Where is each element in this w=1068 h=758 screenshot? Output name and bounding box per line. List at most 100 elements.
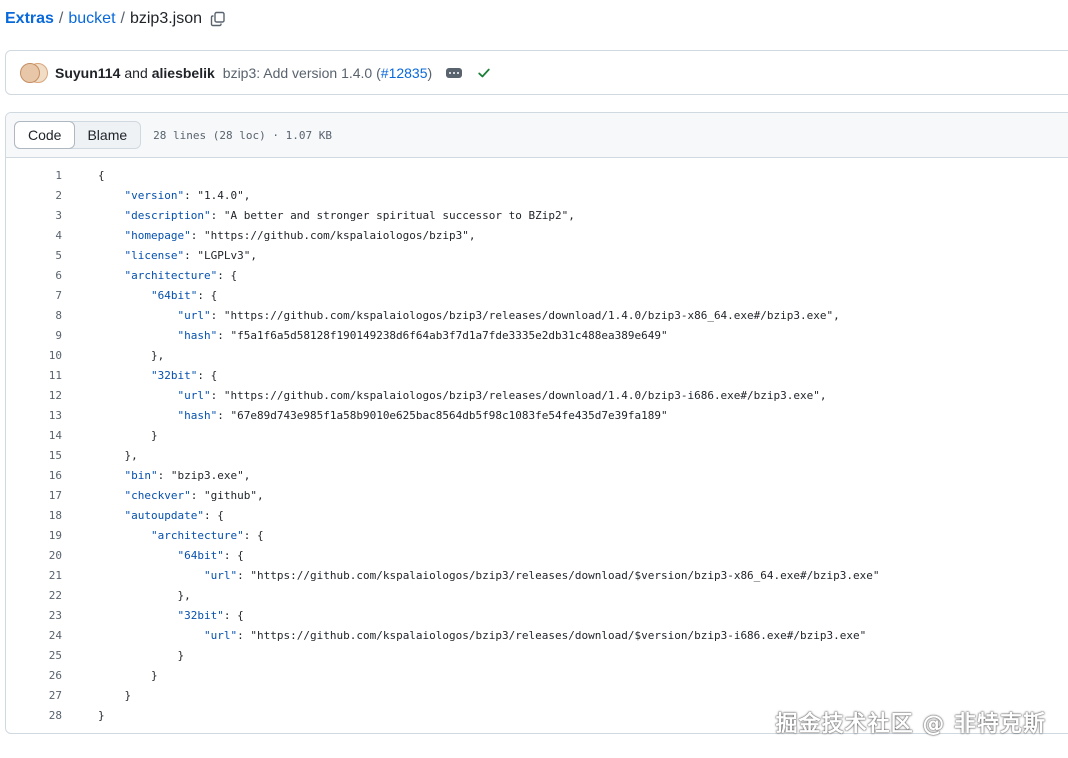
line-number[interactable]: 18 xyxy=(6,506,62,526)
code-line: 20 "64bit": { xyxy=(6,546,1068,566)
json-value: } xyxy=(124,689,132,702)
code-body[interactable]: 1{2 "version": "1.4.0", 3 "description": "A… xyxy=(6,158,1068,726)
code-line: 14} xyxy=(6,426,1068,446)
line-number[interactable]: 15 xyxy=(6,446,62,466)
line-content: "bin": "bzip3.exe", xyxy=(62,466,251,486)
json-value: : "1.4.0", xyxy=(184,189,251,202)
json-key: "64bit" xyxy=(151,289,198,302)
line-number[interactable]: 4 xyxy=(6,226,62,246)
line-content: } xyxy=(62,706,105,726)
commit-coauthor-link[interactable]: aliesbelik xyxy=(152,65,215,81)
line-number[interactable]: 19 xyxy=(6,526,62,546)
json-value: : "LGPLv3", xyxy=(184,249,257,262)
json-value: : "f5a1f6a5d58128f190149238d6f64ab3f7d1a… xyxy=(217,329,668,342)
json-value: : "bzip3.exe", xyxy=(157,469,251,482)
line-number[interactable]: 3 xyxy=(6,206,62,226)
latest-commit-bar: Suyun114 and aliesbelik bzip3: Add versi… xyxy=(5,50,1068,95)
json-value: : "https://github.com/kspalaiologos/bzip… xyxy=(237,629,867,642)
line-number[interactable]: 24 xyxy=(6,626,62,646)
line-number[interactable]: 12 xyxy=(6,386,62,406)
line-number[interactable]: 8 xyxy=(6,306,62,326)
json-value: } xyxy=(151,669,158,682)
json-value: } xyxy=(98,709,105,722)
line-number[interactable]: 14 xyxy=(6,426,62,446)
commit-and-text: and xyxy=(124,64,148,81)
json-key: "url" xyxy=(177,309,211,322)
line-content: { xyxy=(62,166,105,186)
line-content: } xyxy=(62,646,185,666)
line-number[interactable]: 1 xyxy=(6,166,62,186)
line-number[interactable]: 23 xyxy=(6,606,62,626)
json-key: "32bit" xyxy=(177,609,224,622)
json-value: : { xyxy=(203,509,224,522)
breadcrumb-file-name: bzip3.json xyxy=(129,10,203,27)
avatar-stack[interactable] xyxy=(20,62,48,84)
code-line: 3 "description": "A better and stronger s… xyxy=(6,206,1068,226)
code-line: 9 "hash": "f5a1f6a5d58128f190149238d6f64a… xyxy=(6,326,1068,346)
breadcrumb-folder-link[interactable]: bucket xyxy=(68,10,115,28)
line-number[interactable]: 10 xyxy=(6,346,62,366)
line-content: "url": "https://github.com/kspalaiologos… xyxy=(62,566,880,586)
tab-blame[interactable]: Blame xyxy=(74,122,140,148)
avatar[interactable] xyxy=(20,62,40,83)
line-number[interactable]: 27 xyxy=(6,686,62,706)
json-key: "license" xyxy=(124,249,185,262)
breadcrumb: Extras / bucket / bzip3.json xyxy=(5,7,226,31)
code-line: 13 "hash": "67e89d743e985f1a58b9010e625ba… xyxy=(6,406,1068,426)
commit-message-link[interactable]: bzip3: Add version 1.4.0 (#12835) xyxy=(223,65,432,81)
commit-pr-link[interactable]: #12835 xyxy=(381,65,428,81)
copy-icon[interactable] xyxy=(210,11,226,27)
line-number[interactable]: 2 xyxy=(6,186,62,206)
line-number[interactable]: 25 xyxy=(6,646,62,666)
code-line: 16 "bin": "bzip3.exe", xyxy=(6,466,1068,486)
json-value: }, xyxy=(151,349,165,362)
json-value: { xyxy=(98,169,105,182)
json-key: "64bit" xyxy=(177,549,224,562)
json-key: "homepage" xyxy=(124,229,191,242)
line-content: "url": "https://github.com/kspalaiologos… xyxy=(62,626,866,646)
line-content: "autoupdate": { xyxy=(62,506,224,526)
json-key: "bin" xyxy=(124,469,158,482)
json-key: "description" xyxy=(124,209,211,222)
line-number[interactable]: 7 xyxy=(6,286,62,306)
line-number[interactable]: 20 xyxy=(6,546,62,566)
line-content: "description": "A better and stronger sp… xyxy=(62,206,575,226)
line-content: "32bit": { xyxy=(62,606,244,626)
json-value: : "https://github.com/kspalaiologos/bzip… xyxy=(237,569,880,582)
commit-message-text: bzip3: Add version 1.4.0 xyxy=(222,64,373,81)
json-value: : "https://github.com/kspalaiologos/bzip… xyxy=(190,229,476,242)
code-line: 4 "homepage": "https://github.com/kspalai… xyxy=(6,226,1068,246)
line-content: "hash": "f5a1f6a5d58128f190149238d6f64ab… xyxy=(62,326,668,346)
code-line: 1{ xyxy=(6,166,1068,186)
line-number[interactable]: 11 xyxy=(6,366,62,386)
json-key: "architecture" xyxy=(124,269,218,282)
line-number[interactable]: 26 xyxy=(6,666,62,686)
breadcrumb-repo-link[interactable]: Extras xyxy=(5,10,54,28)
line-number[interactable]: 13 xyxy=(6,406,62,426)
line-content: }, xyxy=(62,446,138,466)
line-number[interactable]: 21 xyxy=(6,566,62,586)
line-number[interactable]: 22 xyxy=(6,586,62,606)
line-number[interactable]: 16 xyxy=(6,466,62,486)
line-number[interactable]: 9 xyxy=(6,326,62,346)
file-viewer-header: Code Blame 28 lines (28 loc) · 1.07 KB xyxy=(6,113,1068,158)
kebab-horizontal-icon[interactable] xyxy=(446,67,463,78)
code-line: 10}, xyxy=(6,346,1068,366)
line-number[interactable]: 5 xyxy=(6,246,62,266)
line-content: } xyxy=(62,426,158,446)
json-value: : { xyxy=(223,549,244,562)
line-content: "checkver": "github", xyxy=(62,486,264,506)
json-key: "version" xyxy=(124,189,185,202)
line-content: } xyxy=(62,686,132,706)
tab-code[interactable]: Code xyxy=(14,121,76,149)
breadcrumb-separator: / xyxy=(120,10,125,27)
line-number[interactable]: 17 xyxy=(6,486,62,506)
line-content: } xyxy=(62,666,158,686)
check-icon[interactable] xyxy=(476,65,492,81)
json-value: : { xyxy=(223,609,244,622)
line-number[interactable]: 6 xyxy=(6,266,62,286)
commit-author-link[interactable]: Suyun114 xyxy=(55,65,120,81)
line-content: }, xyxy=(62,586,191,606)
line-number[interactable]: 28 xyxy=(6,706,62,726)
json-value: }, xyxy=(177,589,191,602)
